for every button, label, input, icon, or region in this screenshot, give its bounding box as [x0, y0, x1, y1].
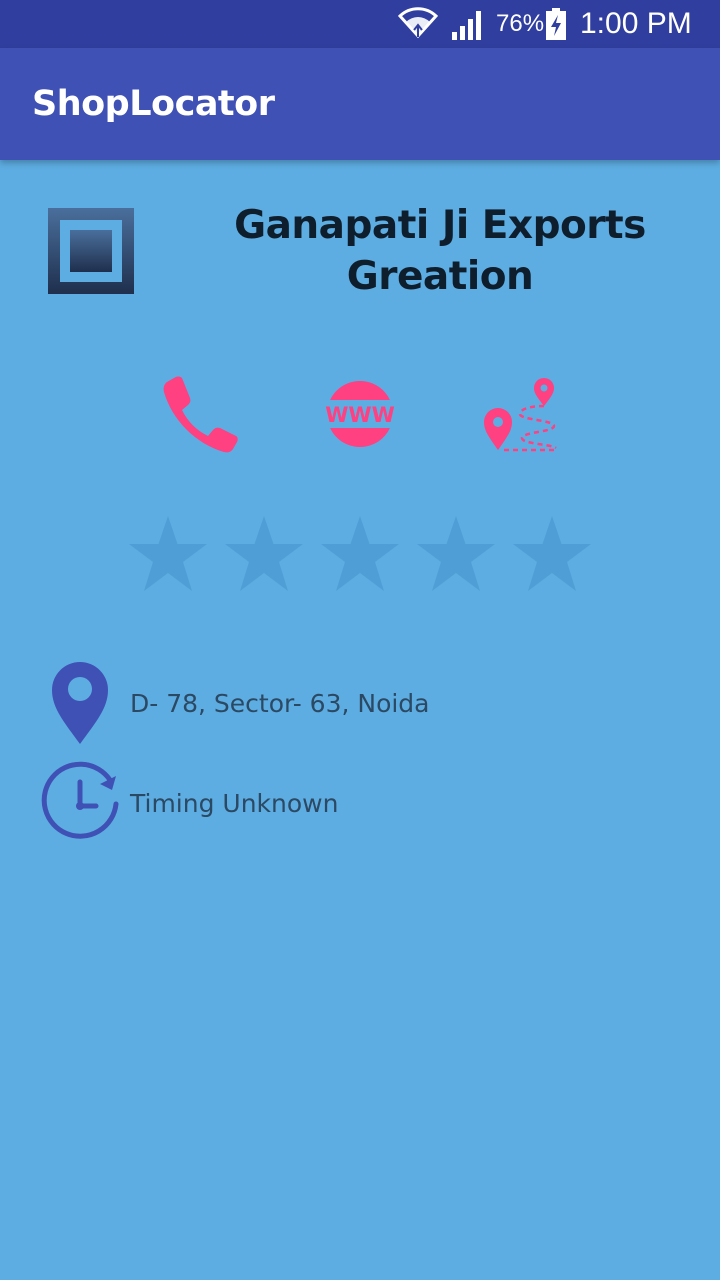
star-icon[interactable]: [222, 512, 306, 596]
shop-name: Ganapati Ji Exports Greation: [234, 203, 646, 299]
clock-time: 1:00 PM: [580, 7, 692, 40]
timing-text: Timing Unknown: [130, 789, 339, 818]
status-bar: 76% 1:00 PM: [0, 0, 720, 48]
battery-charging-icon: [546, 8, 566, 40]
signal-icon: [452, 11, 481, 40]
star-icon[interactable]: [510, 512, 594, 596]
timing-row: Timing Unknown: [0, 758, 720, 848]
address-row: D- 78, Sector- 63, Noida: [0, 658, 720, 748]
battery-percent: 76%: [496, 10, 545, 37]
svg-text:WWW: WWW: [325, 403, 395, 427]
route-icon[interactable]: [480, 374, 560, 454]
www-icon[interactable]: WWW: [320, 374, 400, 454]
star-icon[interactable]: [318, 512, 402, 596]
star-icon[interactable]: [126, 512, 210, 596]
app-title: ShopLocator: [32, 84, 275, 124]
clock-icon: [41, 761, 119, 839]
shop-logo-icon: [48, 208, 134, 294]
location-pin-icon: [52, 662, 108, 744]
address-text: D- 78, Sector- 63, Noida: [130, 689, 430, 718]
wifi-icon: [398, 7, 438, 39]
phone-icon[interactable]: [160, 374, 240, 454]
star-icon[interactable]: [414, 512, 498, 596]
rating-stars[interactable]: [126, 512, 596, 598]
app-bar: ShopLocator: [0, 48, 720, 160]
